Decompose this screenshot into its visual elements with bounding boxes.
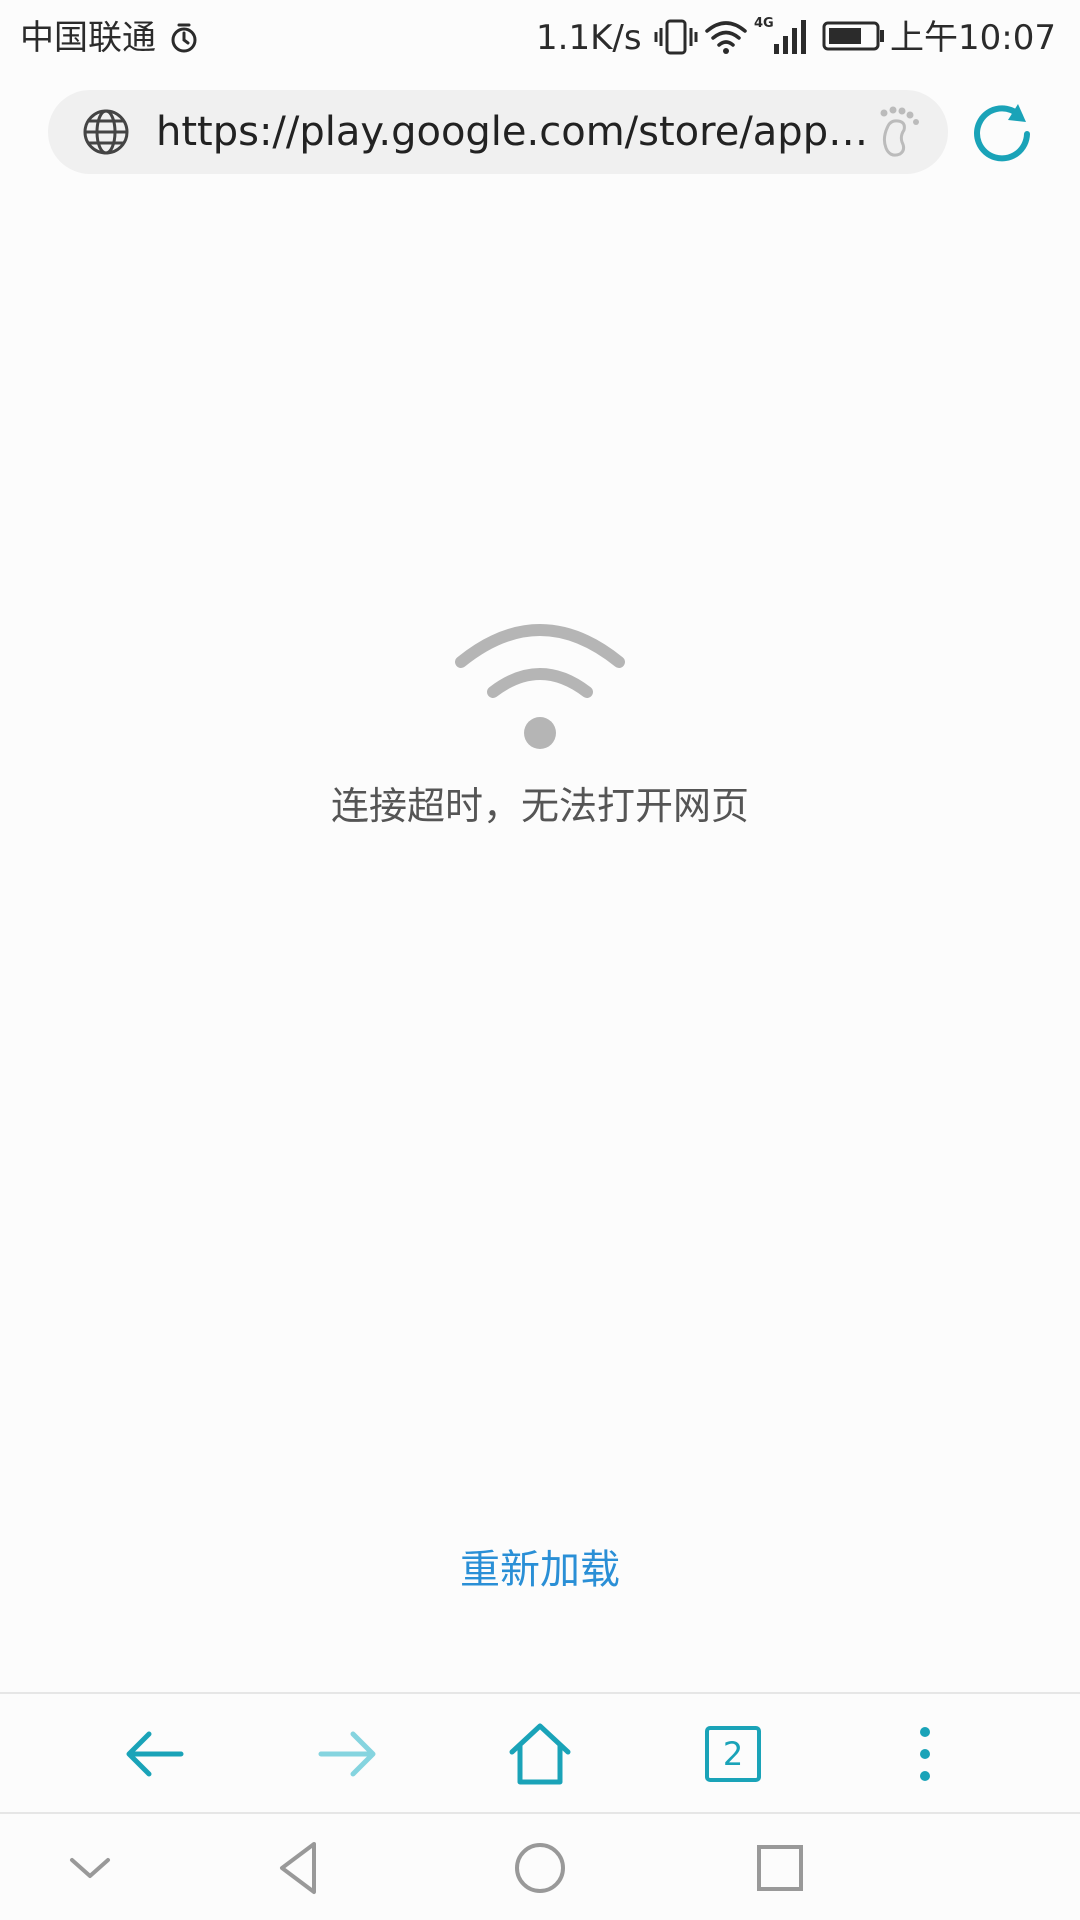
browser-toolbar: 2: [0, 1692, 1080, 1814]
recents-square-icon[interactable]: [748, 1836, 812, 1900]
more-icon[interactable]: [889, 1718, 961, 1790]
browser-screen: 中国联通 1.1K/s 4G 上午10:07 https://play.goog…: [0, 0, 1080, 1920]
battery-icon: [822, 21, 884, 51]
clock: 上午10:07: [890, 18, 1056, 58]
net-speed: 1.1K/s: [536, 18, 642, 58]
error-message: 连接超时，无法打开网页: [330, 784, 749, 828]
signal-4g-icon: 4G: [754, 16, 806, 54]
url-text[interactable]: https://play.google.com/store/apps/...: [156, 90, 876, 174]
footprint-icon[interactable]: [874, 104, 924, 160]
forward-arrow-icon[interactable]: [311, 1718, 383, 1790]
chevron-down-icon[interactable]: [58, 1836, 122, 1900]
wifi-icon: [455, 624, 625, 749]
status-bar: 中国联通 1.1K/s 4G 上午10:07: [0, 0, 1080, 76]
back-arrow-icon[interactable]: [119, 1718, 191, 1790]
wifi-icon: [705, 21, 747, 54]
reload-button[interactable]: 重新加载: [390, 1540, 690, 1600]
alarm-icon: [171, 23, 197, 53]
address-bar[interactable]: https://play.google.com/store/apps/...: [48, 90, 948, 174]
back-triangle-icon[interactable]: [268, 1836, 332, 1900]
carrier-name: 中国联通: [20, 18, 156, 58]
vibrate-icon: [654, 19, 698, 55]
tab-count: 2: [722, 1735, 744, 1773]
globe-icon: [83, 109, 129, 155]
svg-text:4G: 4G: [754, 16, 774, 31]
home-circle-icon[interactable]: [508, 1836, 572, 1900]
reload-icon[interactable]: [968, 100, 1036, 168]
home-icon[interactable]: [504, 1718, 576, 1790]
system-nav-bar: [0, 1812, 1080, 1920]
tabs-button[interactable]: 2: [697, 1718, 769, 1790]
